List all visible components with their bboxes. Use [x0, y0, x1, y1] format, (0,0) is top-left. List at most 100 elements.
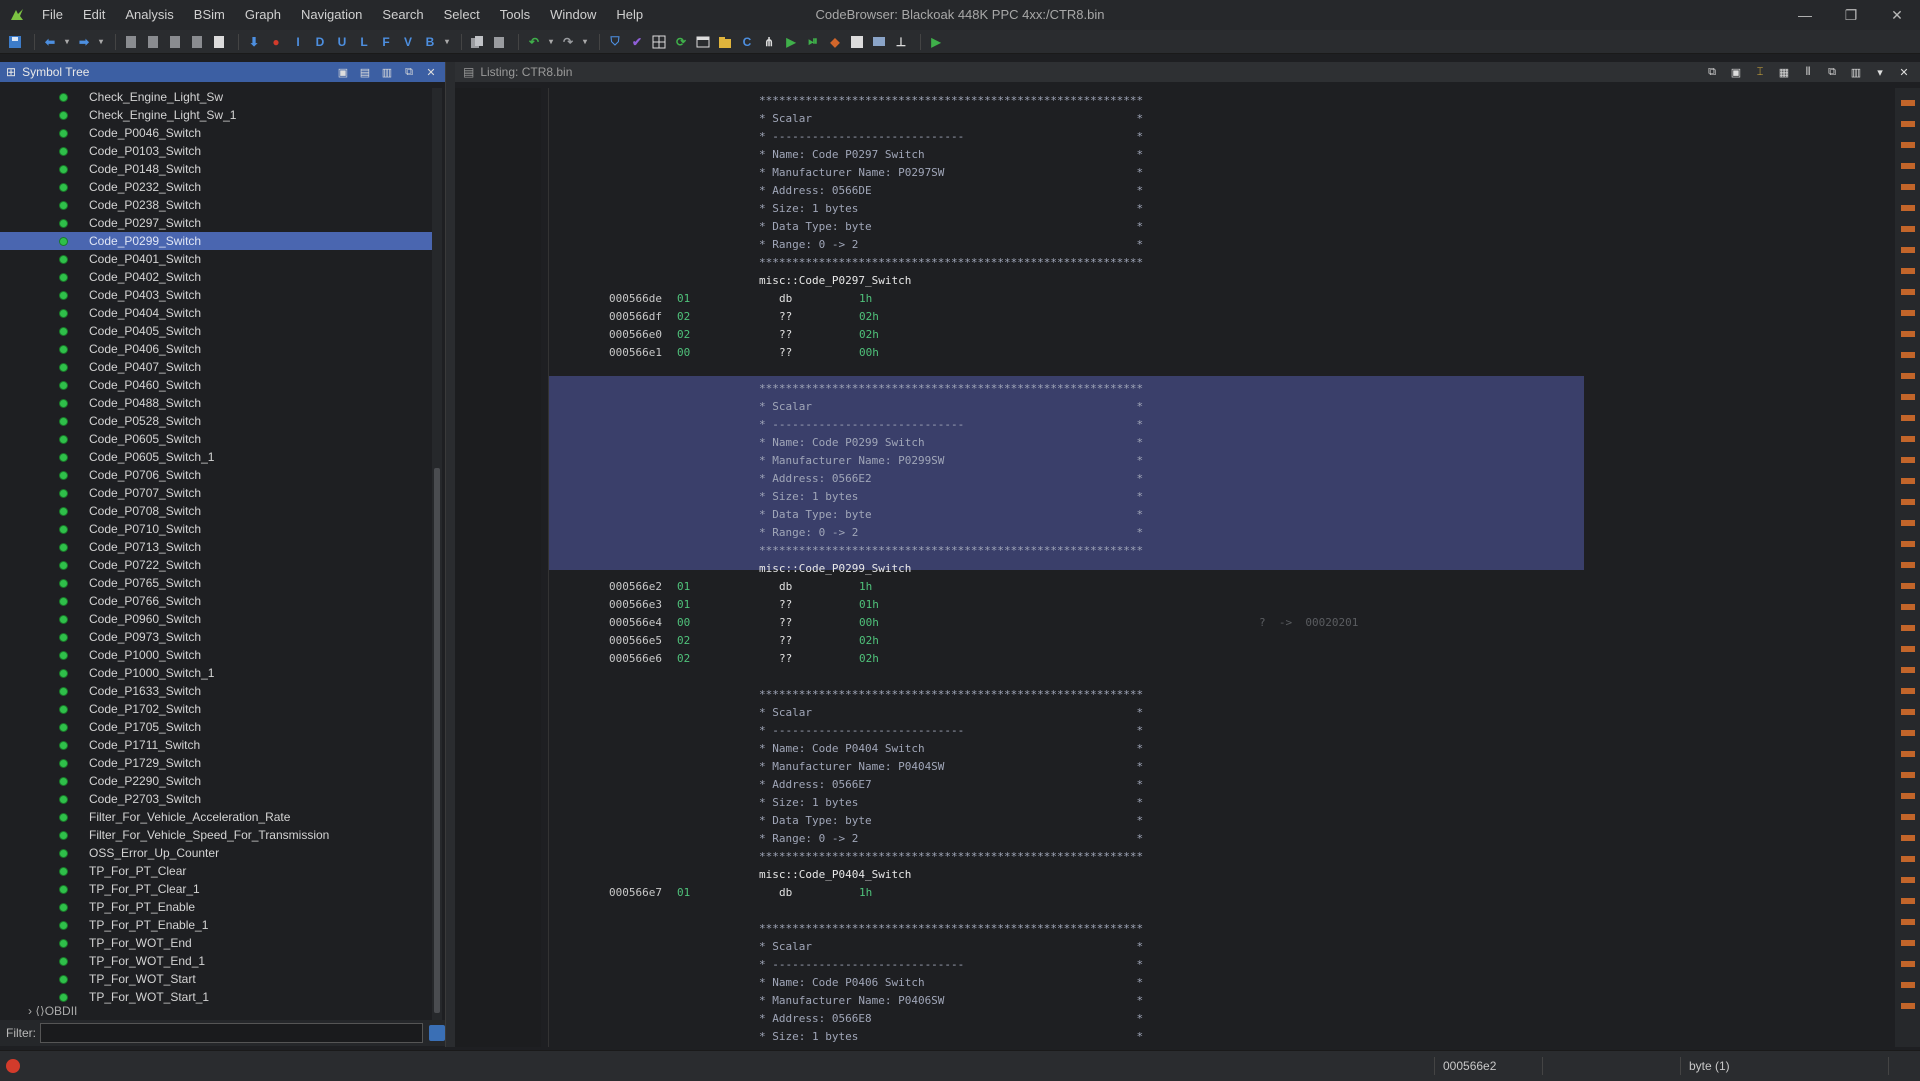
- menu-window[interactable]: Window: [540, 0, 606, 30]
- overview-marker[interactable]: [1901, 856, 1915, 862]
- overview-marker[interactable]: [1901, 121, 1915, 127]
- sitemap-icon[interactable]: ⊥: [892, 33, 910, 51]
- chevron-down-icon[interactable]: ▾: [1872, 65, 1888, 79]
- menu-graph[interactable]: Graph: [235, 0, 291, 30]
- page-icon[interactable]: [122, 33, 140, 51]
- copy-icon[interactable]: [468, 33, 486, 51]
- menu-tools[interactable]: Tools: [490, 0, 540, 30]
- stop-icon[interactable]: ●: [267, 33, 285, 51]
- chevron-down-icon[interactable]: ▾: [97, 33, 105, 51]
- tree-item[interactable]: Code_P0238_Switch: [0, 196, 432, 214]
- overview-marker[interactable]: [1901, 730, 1915, 736]
- tree-item[interactable]: Code_P0708_Switch: [0, 502, 432, 520]
- overview-marker[interactable]: [1901, 247, 1915, 253]
- layout-icon[interactable]: ▥: [1848, 65, 1864, 79]
- filter-input[interactable]: [40, 1023, 424, 1043]
- overview-marker[interactable]: [1901, 352, 1915, 358]
- letter-f-icon[interactable]: F: [377, 33, 395, 51]
- tree-item[interactable]: Code_P2290_Switch: [0, 772, 432, 790]
- close-icon[interactable]: ✕: [423, 65, 439, 79]
- undo-icon[interactable]: ↶: [525, 33, 543, 51]
- close-icon[interactable]: ✕: [1896, 65, 1912, 79]
- tree-item[interactable]: Code_P0299_Switch: [0, 232, 432, 250]
- tree-item[interactable]: Filter_For_Vehicle_Acceleration_Rate: [0, 808, 432, 826]
- overview-marker[interactable]: [1901, 646, 1915, 652]
- overview-marker[interactable]: [1901, 520, 1915, 526]
- overview-marker[interactable]: [1901, 751, 1915, 757]
- overview-bar[interactable]: [1895, 88, 1920, 1047]
- paste-icon[interactable]: [490, 33, 508, 51]
- diamond-icon[interactable]: ◆: [826, 33, 844, 51]
- letter-u-icon[interactable]: U: [333, 33, 351, 51]
- letter-i-icon[interactable]: I: [289, 33, 307, 51]
- tree-item[interactable]: Code_P0765_Switch: [0, 574, 432, 592]
- close-window-button[interactable]: ✕: [1874, 0, 1920, 30]
- page-icon[interactable]: [188, 33, 206, 51]
- overview-marker[interactable]: [1901, 940, 1915, 946]
- overview-marker[interactable]: [1901, 1003, 1915, 1009]
- tree-item[interactable]: OSS_Error_Up_Counter: [0, 844, 432, 862]
- menu-navigation[interactable]: Navigation: [291, 0, 372, 30]
- tree-scrollbar[interactable]: [432, 88, 442, 1043]
- tree-item[interactable]: Code_P0710_Switch: [0, 520, 432, 538]
- tree-item[interactable]: Code_P1000_Switch: [0, 646, 432, 664]
- listing-body[interactable]: ****************************************…: [455, 88, 1895, 1047]
- overview-marker[interactable]: [1901, 415, 1915, 421]
- snapshot-icon[interactable]: ⧉: [1824, 65, 1840, 79]
- tree-item[interactable]: Code_P0973_Switch: [0, 628, 432, 646]
- overview-marker[interactable]: [1901, 898, 1915, 904]
- overview-marker[interactable]: [1901, 310, 1915, 316]
- export-icon[interactable]: ▥: [379, 65, 395, 79]
- tree-item[interactable]: Code_P0405_Switch: [0, 322, 432, 340]
- overview-marker[interactable]: [1901, 373, 1915, 379]
- diff-icon[interactable]: ⫴: [1800, 65, 1816, 79]
- tree-scrollbar-thumb[interactable]: [434, 468, 440, 1013]
- tree-item[interactable]: Code_P0232_Switch: [0, 178, 432, 196]
- tree-item[interactable]: TP_For_WOT_End: [0, 934, 432, 952]
- tree-item[interactable]: Code_P0103_Switch: [0, 142, 432, 160]
- overview-marker[interactable]: [1901, 226, 1915, 232]
- overview-marker[interactable]: [1901, 436, 1915, 442]
- window-icon[interactable]: [694, 33, 712, 51]
- save-icon[interactable]: [6, 33, 24, 51]
- overview-marker[interactable]: [1901, 709, 1915, 715]
- overview-marker[interactable]: [1901, 394, 1915, 400]
- tree-item[interactable]: Code_P0722_Switch: [0, 556, 432, 574]
- letter-v-icon[interactable]: V: [399, 33, 417, 51]
- back-arrow-icon[interactable]: ⬅: [41, 33, 59, 51]
- listing-content[interactable]: ****************************************…: [549, 88, 1895, 1047]
- tree-item[interactable]: TP_For_PT_Clear: [0, 862, 432, 880]
- overview-marker[interactable]: [1901, 457, 1915, 463]
- tree-item[interactable]: Check_Engine_Light_Sw_1: [0, 106, 432, 124]
- overview-marker[interactable]: [1901, 814, 1915, 820]
- tree-item[interactable]: Code_P0403_Switch: [0, 286, 432, 304]
- folder-icon[interactable]: [716, 33, 734, 51]
- tree-item[interactable]: Code_P0297_Switch: [0, 214, 432, 232]
- step-icon[interactable]: ⏯: [804, 33, 822, 51]
- field-edit-icon[interactable]: ▦: [1776, 65, 1792, 79]
- tree-item[interactable]: Code_P0460_Switch: [0, 376, 432, 394]
- tree-item[interactable]: Code_P0148_Switch: [0, 160, 432, 178]
- paste-icon[interactable]: ▣: [1728, 65, 1744, 79]
- minimize-button[interactable]: —: [1782, 0, 1828, 30]
- overview-marker[interactable]: [1901, 982, 1915, 988]
- tree-item[interactable]: TP_For_PT_Enable_1: [0, 916, 432, 934]
- overview-marker[interactable]: [1901, 478, 1915, 484]
- copy-icon[interactable]: ⧉: [1704, 65, 1720, 79]
- tree-item[interactable]: Code_P0488_Switch: [0, 394, 432, 412]
- snapshot-icon[interactable]: ⧉: [401, 65, 417, 79]
- overview-marker[interactable]: [1901, 667, 1915, 673]
- overview-marker[interactable]: [1901, 163, 1915, 169]
- tree-item[interactable]: TP_For_PT_Enable: [0, 898, 432, 916]
- overview-marker[interactable]: [1901, 100, 1915, 106]
- chevron-down-icon[interactable]: ▾: [443, 33, 451, 51]
- tree-item[interactable]: Code_P1711_Switch: [0, 736, 432, 754]
- overview-marker[interactable]: [1901, 625, 1915, 631]
- overview-marker[interactable]: [1901, 688, 1915, 694]
- overview-marker[interactable]: [1901, 877, 1915, 883]
- bookmark-icon[interactable]: [210, 33, 228, 51]
- shield-icon[interactable]: ⛉: [606, 33, 624, 51]
- menu-file[interactable]: File: [32, 0, 73, 30]
- tree-item[interactable]: Code_P0401_Switch: [0, 250, 432, 268]
- error-status-icon[interactable]: [6, 1059, 20, 1073]
